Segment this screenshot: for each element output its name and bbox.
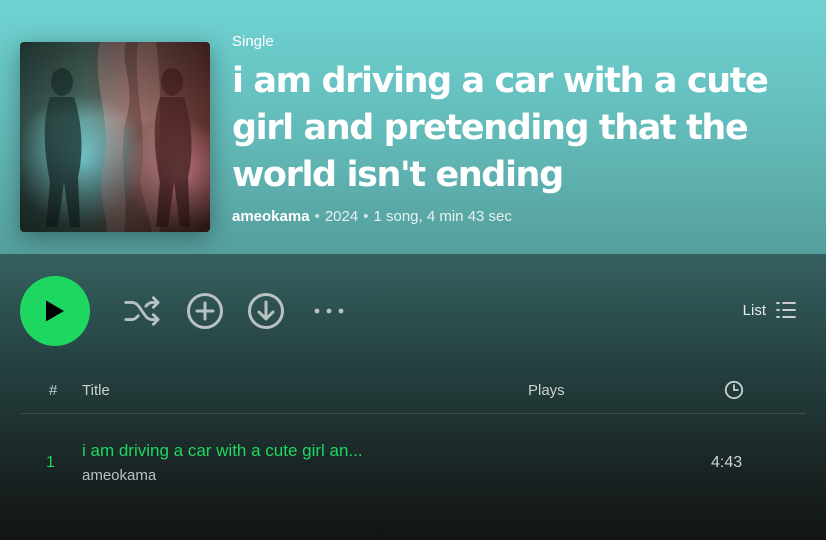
column-header-plays: Plays xyxy=(528,382,565,399)
track-row[interactable]: 1 i am driving a car with a cute girl an… xyxy=(20,434,806,490)
column-header-number: # xyxy=(49,382,58,399)
shuffle-icon xyxy=(124,296,160,326)
column-header-duration xyxy=(724,380,744,404)
album-header: Single i am driving a car with a cute gi… xyxy=(0,0,826,254)
view-mode-button[interactable]: List xyxy=(743,299,796,321)
track-number: 1 xyxy=(46,454,55,471)
album-cover-art xyxy=(20,42,210,232)
track-summary: 1 song, 4 min 43 sec xyxy=(373,208,512,225)
more-options-button[interactable] xyxy=(310,292,348,330)
page-title: i am driving a car with a cute girl and … xyxy=(232,61,769,195)
album-byline: ameokama • 2024 • 1 song, 4 min 43 sec xyxy=(232,207,812,227)
track-artist-link[interactable]: ameokama xyxy=(82,467,156,484)
release-type-label: Single xyxy=(232,33,274,50)
separator-dot: • xyxy=(363,208,369,225)
play-icon xyxy=(46,300,64,322)
add-circle-icon xyxy=(187,293,223,329)
download-icon xyxy=(248,293,284,329)
clock-icon xyxy=(724,380,744,400)
more-icon xyxy=(314,308,344,314)
track-duration: 4:43 xyxy=(711,454,743,471)
shuffle-button[interactable] xyxy=(123,292,161,330)
tracklist-header: # Title Plays xyxy=(20,374,806,414)
download-button[interactable] xyxy=(247,292,285,330)
tracklist-section: List # Title Plays 1 i am driving a car … xyxy=(0,254,826,540)
play-button[interactable] xyxy=(20,276,90,346)
column-header-title: Title xyxy=(82,382,110,399)
track-title-link[interactable]: i am driving a car with a cute girl an..… xyxy=(82,441,363,461)
separator-dot: • xyxy=(314,208,320,225)
artist-link[interactable]: ameokama xyxy=(232,208,310,225)
list-view-icon xyxy=(776,302,796,318)
view-mode-label: List xyxy=(742,301,766,319)
album-cover[interactable] xyxy=(20,42,210,232)
release-year: 2024 xyxy=(324,208,359,225)
album-meta: Single i am driving a car with a cute gi… xyxy=(232,32,812,227)
add-to-library-button[interactable] xyxy=(186,292,224,330)
